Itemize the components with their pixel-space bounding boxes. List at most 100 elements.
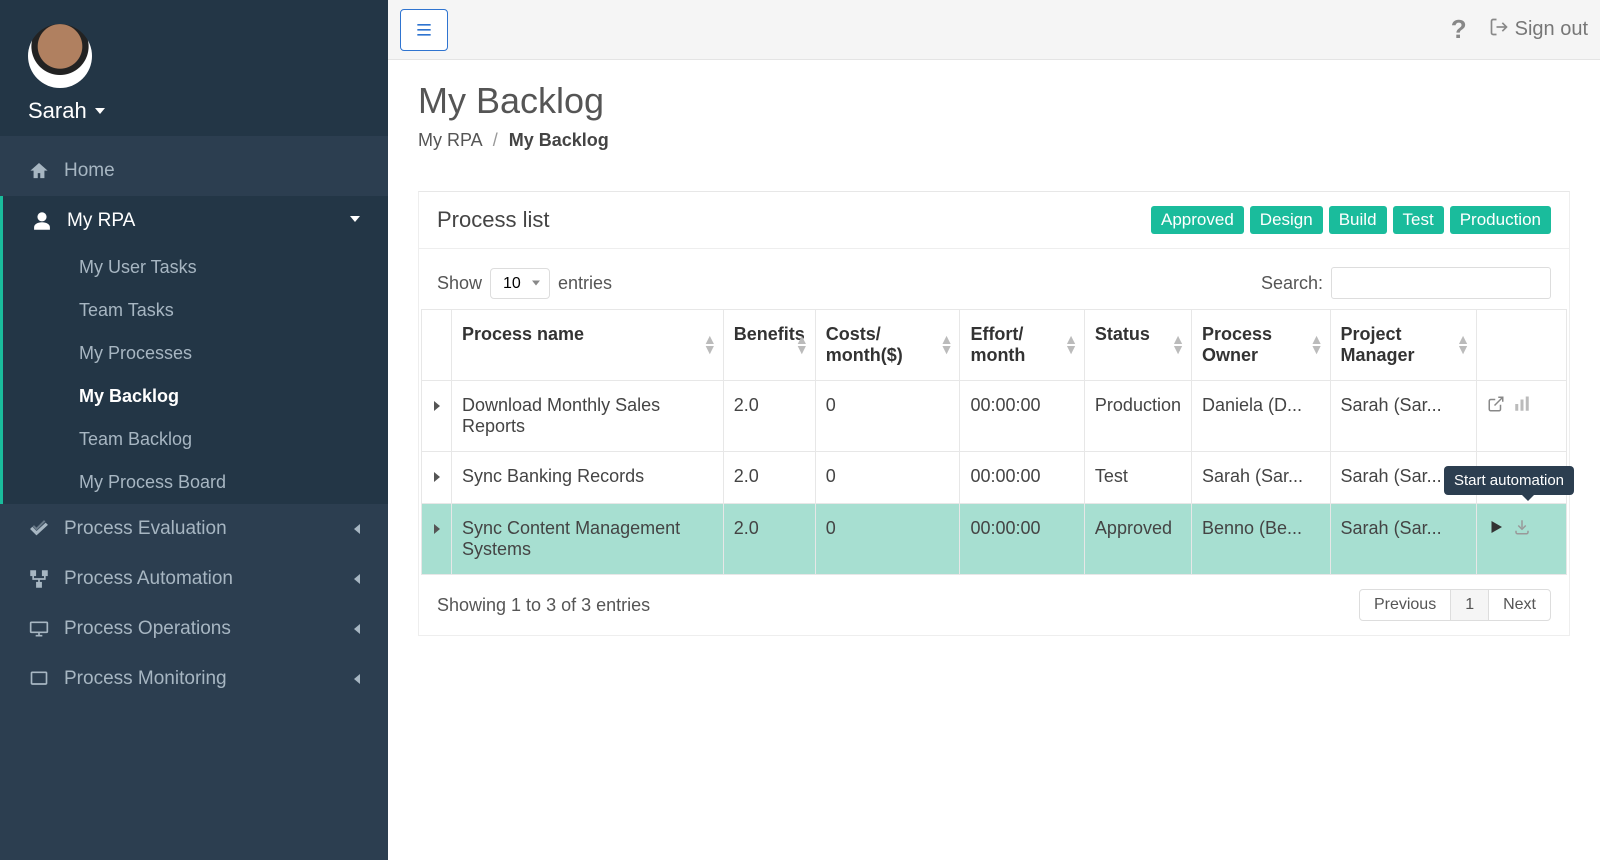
sort-icon: ▲▼ (795, 335, 809, 355)
nav-section-label: Process Monitoring (64, 668, 227, 690)
pager-page-button[interactable]: 1 (1451, 589, 1488, 621)
cell-status: Approved (1084, 504, 1191, 575)
length-select[interactable]: 10 (490, 268, 550, 299)
nav-section-label: Process Operations (64, 618, 231, 640)
tooltip: Start automation (1444, 466, 1574, 495)
nav-home-label: Home (64, 160, 115, 182)
home-icon (28, 160, 50, 182)
expand-icon[interactable] (434, 401, 440, 411)
search-input[interactable] (1331, 267, 1551, 299)
help-button[interactable]: ? (1451, 14, 1467, 45)
sidebar-item-my-process-board[interactable]: My Process Board (3, 461, 388, 504)
filter-badge-test[interactable]: Test (1393, 206, 1444, 234)
cell-owner: Sarah (Sar... (1191, 452, 1330, 504)
cell-effort: 00:00:00 (960, 452, 1084, 504)
download-icon[interactable] (1513, 518, 1531, 541)
pager-next-button[interactable]: Next (1488, 589, 1551, 621)
nav-section-label: My RPA (67, 210, 135, 232)
sort-icon: ▲▼ (1456, 335, 1470, 355)
signout-label: Sign out (1515, 18, 1588, 41)
chevron-left-icon (354, 524, 360, 534)
chart-icon[interactable] (1513, 395, 1531, 418)
sort-icon: ▲▼ (1171, 335, 1185, 355)
cell-benefits: 2.0 (723, 381, 815, 452)
avatar[interactable] (28, 24, 92, 88)
table-row[interactable]: Sync Banking Records2.0000:00:00TestSara… (422, 452, 1567, 504)
filter-badge-production[interactable]: Production (1450, 206, 1551, 234)
screen-icon (28, 618, 50, 640)
nav-section-process-operations[interactable]: Process Operations (0, 604, 388, 654)
entries-label: entries (558, 273, 612, 294)
cell-effort: 00:00:00 (960, 381, 1084, 452)
cell-manager: Sarah (Sar... (1330, 381, 1476, 452)
pager: Previous 1 Next (1359, 589, 1551, 621)
sort-icon: ▲▼ (703, 335, 717, 355)
cell-name: Sync Content Management Systems (452, 504, 724, 575)
sidebar-item-my-backlog[interactable]: My Backlog (3, 375, 388, 418)
search-control: Search: (1261, 267, 1551, 299)
column-label: Effort/ month (970, 324, 1025, 365)
signout-button[interactable]: Sign out (1489, 17, 1588, 43)
pager-prev-button[interactable]: Previous (1359, 589, 1451, 621)
nav-section-process-automation[interactable]: Process Automation (0, 554, 388, 604)
play-icon[interactable] (1487, 518, 1505, 541)
column-header[interactable]: Benefits▲▼ (723, 310, 815, 381)
page-header: My Backlog My RPA / My Backlog (388, 60, 1600, 171)
cell-actions (1477, 381, 1567, 452)
breadcrumb-root[interactable]: My RPA (418, 130, 482, 150)
sort-icon: ▲▼ (1064, 335, 1078, 355)
cell-owner: Daniela (D... (1191, 381, 1330, 452)
column-header[interactable]: Costs/ month($)▲▼ (815, 310, 960, 381)
nav-section-my-rpa[interactable]: My RPA (3, 196, 388, 246)
sidebar-item-team-tasks[interactable]: Team Tasks (3, 289, 388, 332)
user-icon (31, 210, 53, 232)
cell-name: Download Monthly Sales Reports (452, 381, 724, 452)
nav-section-process-monitoring[interactable]: Process Monitoring (0, 654, 388, 704)
breadcrumb-current: My Backlog (509, 130, 609, 150)
nav-home[interactable]: Home (0, 146, 388, 196)
column-header[interactable]: Effort/ month ▲▼ (960, 310, 1084, 381)
help-icon: ? (1451, 14, 1467, 45)
expand-icon[interactable] (434, 524, 440, 534)
chevron-left-icon (354, 674, 360, 684)
show-label: Show (437, 273, 482, 294)
chevron-left-icon (354, 624, 360, 634)
column-header[interactable]: Project Manager▲▼ (1330, 310, 1476, 381)
column-header[interactable]: Status▲▼ (1084, 310, 1191, 381)
nav-section-label: Process Evaluation (64, 518, 227, 540)
sidebar-item-my-user-tasks[interactable]: My User Tasks (3, 246, 388, 289)
table-row[interactable]: Sync Content Management Systems2.0000:00… (422, 504, 1567, 575)
menu-toggle-button[interactable] (400, 9, 448, 51)
nav-section-process-evaluation[interactable]: Process Evaluation (0, 504, 388, 554)
column-actions (1477, 310, 1567, 381)
sidebar: Sarah Home My RPA My User TasksTeam Tasks… (0, 0, 388, 860)
breadcrumb-separator: / (493, 130, 498, 150)
table-info: Showing 1 to 3 of 3 entries (437, 595, 650, 616)
main: ? Sign out My Backlog My RPA / My Backlo… (388, 0, 1600, 860)
cell-benefits: 2.0 (723, 452, 815, 504)
sidebar-item-my-processes[interactable]: My Processes (3, 332, 388, 375)
cell-costs: 0 (815, 504, 960, 575)
page-title: My Backlog (418, 80, 1570, 122)
length-control: Show 10 entries (437, 268, 612, 299)
filter-badge-build[interactable]: Build (1329, 206, 1387, 234)
column-header[interactable]: Process name▲▼ (452, 310, 724, 381)
topbar: ? Sign out (388, 0, 1600, 60)
column-header[interactable]: Process Owner▲▼ (1191, 310, 1330, 381)
expand-icon[interactable] (434, 472, 440, 482)
sidebar-item-team-backlog[interactable]: Team Backlog (3, 418, 388, 461)
chevron-down-icon (350, 216, 360, 227)
process-list-panel: Process list ApprovedDesignBuildTestProd… (418, 191, 1570, 636)
cell-actions: Start automation (1477, 504, 1567, 575)
caret-down-icon (95, 108, 105, 114)
panel-title: Process list (437, 207, 549, 233)
filter-badge-design[interactable]: Design (1250, 206, 1323, 234)
cell-costs: 0 (815, 381, 960, 452)
sidebar-header: Sarah (0, 0, 388, 136)
sort-icon: ▲▼ (1310, 335, 1324, 355)
filter-badge-approved[interactable]: Approved (1151, 206, 1244, 234)
user-menu[interactable]: Sarah (28, 98, 360, 124)
cell-name: Sync Banking Records (452, 452, 724, 504)
open-icon[interactable] (1487, 395, 1505, 418)
table-row[interactable]: Download Monthly Sales Reports2.0000:00:… (422, 381, 1567, 452)
